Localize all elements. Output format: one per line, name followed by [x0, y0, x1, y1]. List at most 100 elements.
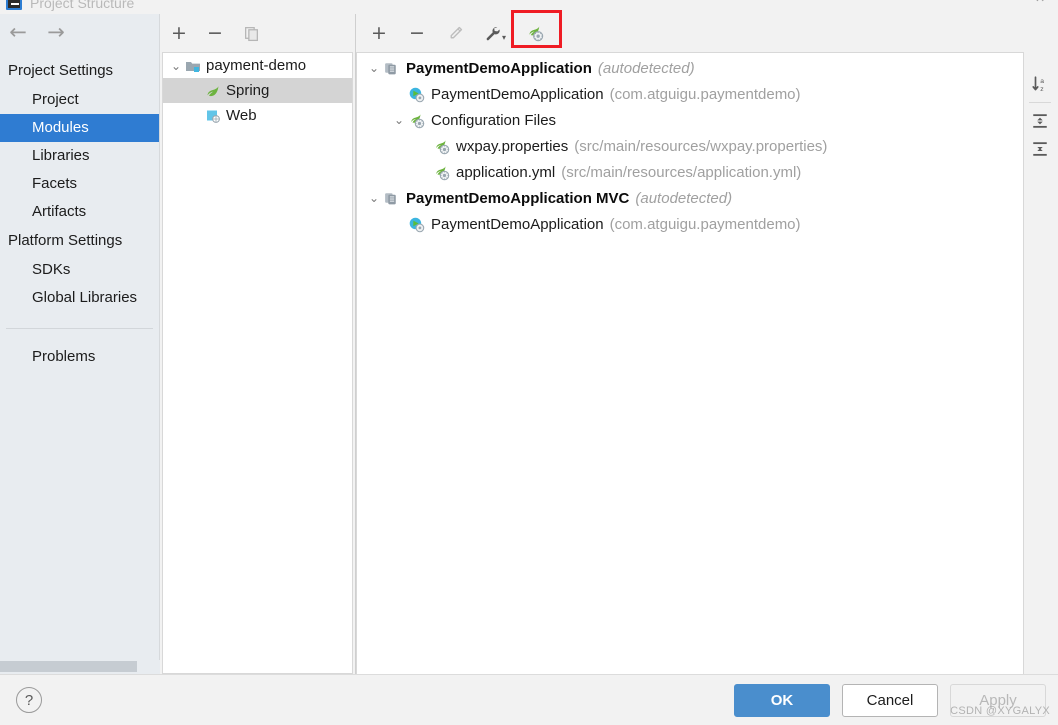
spring-config-icon [433, 164, 450, 181]
wrench-icon [484, 25, 501, 42]
sidebar-item-sdks[interactable]: SDKs [0, 256, 159, 284]
watermark: CSDN @XYGALYX [950, 705, 1050, 717]
configure-wrench-button[interactable]: ▾ [482, 22, 508, 44]
spring-contexts-panel: + − ▾ ⌄ PaymentDemoApplication (autodetected… [356, 10, 1058, 674]
forward-arrow-icon[interactable]: → [44, 21, 68, 43]
module-tree-label: Web [226, 107, 257, 124]
collapse-all-button[interactable] [1027, 135, 1053, 163]
sidebar-item-artifacts[interactable]: Artifacts [0, 198, 159, 226]
dialog-footer: ? OK Cancel Apply [0, 674, 1058, 725]
collapse-all-icon [1031, 140, 1049, 158]
chevron-down-icon[interactable]: ▾ [502, 34, 506, 42]
remove-module-button[interactable]: − [204, 22, 226, 44]
close-icon[interactable]: × [1032, 0, 1048, 7]
module-tree-row[interactable]: Web [163, 103, 352, 128]
modules-tree-footer [162, 662, 353, 674]
settings-sidebar: ← → Project Settings Project Modules Librar… [0, 14, 160, 674]
sidebar-item-modules[interactable]: Modules [0, 114, 159, 142]
spring-tree-label: application.yml [456, 163, 556, 181]
spring-config-icon [433, 138, 450, 155]
app-icon [6, 0, 22, 10]
spring-tree-detail: (com.atguigu.paymentdemo) [609, 85, 801, 103]
sidebar-item-project[interactable]: Project [0, 86, 159, 114]
module-tree-row[interactable]: Spring [163, 78, 352, 103]
spring-leaf-icon [205, 83, 221, 99]
spring-tree-detail: (com.atguigu.paymentdemo) [609, 215, 801, 233]
spring-config-file-button[interactable] [524, 22, 546, 44]
sidebar-item-libraries[interactable]: Libraries [0, 142, 159, 170]
web-facet-icon [205, 108, 221, 124]
sidebar-item-problems[interactable]: Problems [0, 343, 159, 371]
modules-tree[interactable]: ⌄ payment-demo Spring Web [162, 52, 353, 662]
spring-tree-detail: (autodetected) [597, 59, 695, 77]
spring-tree-row[interactable]: ⌄ PaymentDemoApplication (autodetected) [357, 55, 1023, 81]
module-folder-icon [185, 58, 201, 74]
sidebar-hscrollbar-thumb[interactable] [0, 661, 137, 672]
sidebar-divider [6, 328, 153, 329]
spring-tree-label: Configuration Files [431, 111, 557, 129]
add-module-button[interactable]: + [168, 22, 190, 44]
tree-view-toolbar: az [1024, 52, 1056, 674]
title-bar: Project Structure × [0, 0, 1058, 14]
spring-config-icon [408, 112, 425, 129]
sidebar-item-global-libraries[interactable]: Global Libraries [0, 284, 159, 312]
spring-tree-row[interactable]: PaymentDemoApplication (com.atguigu.payme… [357, 81, 1023, 107]
spring-tree-label: PaymentDemoApplication [431, 215, 604, 233]
remove-context-button[interactable]: − [406, 22, 428, 44]
spring-tree-row[interactable]: PaymentDemoApplication (com.atguigu.payme… [357, 211, 1023, 237]
expand-all-icon [1031, 112, 1049, 130]
edit-context-button [444, 22, 466, 44]
sort-alphabetically-button[interactable]: az [1027, 70, 1053, 98]
window-title: Project Structure [30, 0, 135, 11]
spring-tree-detail: (autodetected) [635, 189, 733, 207]
toolbar-divider [1029, 102, 1051, 103]
spring-tree-detail: (src/main/resources/wxpay.properties) [574, 137, 828, 155]
sidebar-list: Project Settings Project Modules Libraries F… [0, 50, 159, 674]
spring-context-icon [383, 60, 400, 77]
sidebar-item-facets[interactable]: Facets [0, 170, 159, 198]
copy-icon [243, 25, 260, 42]
chevron-down-icon[interactable]: ⌄ [365, 61, 383, 75]
sidebar-group-project-settings: Project Settings [8, 62, 114, 79]
sidebar-hscrollbar[interactable] [0, 660, 160, 674]
spring-config-icon [526, 24, 544, 42]
spring-contexts-body: ⌄ PaymentDemoApplication (autodetected) Pay… [356, 52, 1056, 674]
cancel-button[interactable]: Cancel [842, 683, 938, 717]
project-structure-dialog: Project Structure × ← → Project Settings… [0, 0, 1058, 725]
svg-text:z: z [1040, 86, 1044, 93]
sort-az-icon: az [1031, 75, 1049, 93]
dialog-content: ← → Project Settings Project Modules Librar… [0, 10, 1058, 674]
copy-module-button[interactable] [240, 22, 262, 44]
expand-all-button[interactable] [1027, 107, 1053, 135]
spring-tree-label: PaymentDemoApplication MVC [406, 189, 630, 207]
spring-tree-row[interactable]: wxpay.properties (src/main/resources/wxpa… [357, 133, 1023, 159]
spring-contexts-toolbar: + − ▾ [356, 10, 1058, 52]
chevron-down-icon[interactable]: ⌄ [167, 59, 185, 73]
module-tree-row[interactable]: ⌄ payment-demo [163, 53, 352, 78]
sidebar-nav-bar: ← → [0, 14, 159, 50]
svg-text:a: a [1040, 78, 1044, 85]
module-tree-label: Spring [226, 82, 270, 99]
spring-tree-detail: (src/main/resources/application.yml) [561, 163, 802, 181]
spring-bean-class-icon [408, 86, 425, 103]
spring-tree-label: PaymentDemoApplication [406, 59, 592, 77]
pencil-icon [447, 25, 464, 42]
module-tree-label: payment-demo [206, 57, 307, 74]
chevron-down-icon[interactable]: ⌄ [390, 113, 408, 127]
spring-bean-class-icon [408, 216, 425, 233]
chevron-down-icon[interactable]: ⌄ [365, 191, 383, 205]
spring-tree-row[interactable]: ⌄ PaymentDemoApplication MVC (autodetected… [357, 185, 1023, 211]
spring-contexts-tree[interactable]: ⌄ PaymentDemoApplication (autodetected) Pay… [356, 52, 1024, 674]
spring-tree-label: wxpay.properties [456, 137, 569, 155]
back-arrow-icon[interactable]: ← [6, 21, 30, 43]
help-button[interactable]: ? [16, 687, 42, 713]
modules-toolbar: + − [160, 14, 355, 52]
spring-tree-row[interactable]: ⌄ Configuration Files [357, 107, 1023, 133]
sidebar-group-platform-settings: Platform Settings [8, 232, 123, 249]
add-context-button[interactable]: + [368, 22, 390, 44]
spring-context-icon [383, 190, 400, 207]
ok-button[interactable]: OK [734, 683, 830, 717]
spring-tree-label: PaymentDemoApplication [431, 85, 604, 103]
spring-tree-row[interactable]: application.yml (src/main/resources/appli… [357, 159, 1023, 185]
modules-panel: + − ⌄ payment-demo Spring Web [160, 14, 356, 674]
